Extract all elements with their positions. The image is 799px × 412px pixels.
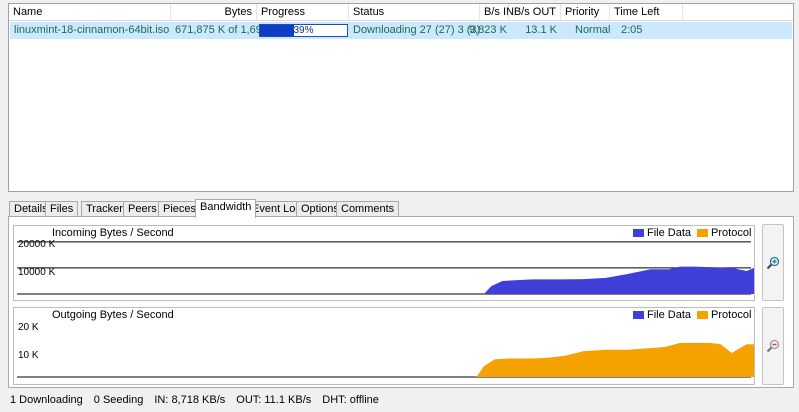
status-seeding: 0 Seeding	[93, 394, 144, 406]
incoming-graph-title: Incoming Bytes / Second	[52, 227, 174, 239]
outgoing-tick-low: 10 K	[18, 350, 39, 361]
incoming-legend: File Data Protocol	[633, 227, 751, 239]
torrent-bytes: 671,875 K of 1,697,90	[175, 24, 284, 36]
series-area	[476, 342, 754, 377]
status-speed-in: IN: 8,718 KB/s	[154, 394, 226, 406]
tab-comments[interactable]: Comments	[336, 201, 400, 217]
column-header-time-left[interactable]: Time Left	[610, 4, 683, 21]
outgoing-graph-title: Outgoing Bytes / Second	[52, 309, 174, 321]
file-data-swatch	[633, 229, 644, 237]
torrent-name: linuxmint-18-cinnamon-64bit.iso	[14, 24, 170, 36]
outgoing-graph: Outgoing Bytes / Second File Data Protoc…	[13, 307, 755, 385]
bandwidth-panel: Incoming Bytes / Second File Data Protoc…	[8, 216, 794, 388]
list-header: Name Bytes Progress Status B/s IN B/s OU…	[9, 4, 793, 21]
incoming-zoom-button[interactable]	[762, 224, 784, 301]
column-header-bs-in[interactable]: B/s IN	[480, 4, 514, 21]
progress-bar: 39%	[259, 24, 348, 37]
torrent-row[interactable]: linuxmint-18-cinnamon-64bit.iso 671,875 …	[10, 22, 792, 39]
outgoing-zoom-button[interactable]	[762, 307, 784, 385]
incoming-tick-low: 10000 K	[18, 267, 56, 278]
torrent-status: Downloading 27 (27) 3 (3)	[353, 24, 481, 36]
column-header-priority[interactable]: Priority	[561, 4, 610, 21]
status-bar: 1 Downloading 0 Seeding IN: 8,718 KB/s OUT:…	[0, 392, 799, 412]
column-header-progress[interactable]: Progress	[257, 4, 349, 21]
column-header-status[interactable]: Status	[349, 4, 480, 21]
torrent-list[interactable]: Name Bytes Progress Status B/s IN B/s OU…	[8, 3, 794, 192]
column-header-bs-out[interactable]: B/s OUT	[509, 4, 561, 21]
tab-bandwidth[interactable]: Bandwidth	[195, 199, 257, 218]
status-speed-out: OUT: 11.1 KB/s	[236, 394, 312, 406]
tab-peers[interactable]: Peers	[123, 201, 162, 217]
incoming-graph: Incoming Bytes / Second File Data Protoc…	[13, 225, 755, 301]
torrent-speed-out: 13.1 K	[525, 24, 557, 36]
tab-files[interactable]: Files	[45, 201, 79, 217]
progress-label: 39%	[293, 25, 314, 36]
legend-file-data: File Data	[647, 227, 692, 239]
outgoing-legend: File Data Protocol	[633, 309, 751, 321]
incoming-tick-high: 20000 K	[18, 239, 56, 250]
legend-protocol: Protocol	[711, 309, 752, 321]
status-dht: DHT: offline	[322, 394, 379, 406]
protocol-swatch	[697, 229, 709, 237]
protocol-swatch	[697, 311, 709, 319]
zoom-out-icon	[766, 339, 780, 353]
torrent-priority: Normal	[575, 24, 611, 36]
torrent-speed-in: 9,823 K	[469, 24, 507, 36]
legend-protocol: Protocol	[711, 227, 752, 239]
torrent-time-left: 2:05	[621, 24, 643, 36]
column-header-name[interactable]: Name	[9, 4, 171, 21]
column-header-bytes[interactable]: Bytes	[171, 4, 257, 21]
file-data-swatch	[633, 311, 644, 319]
outgoing-tick-high: 20 K	[18, 322, 39, 333]
zoom-in-icon	[766, 256, 780, 269]
legend-file-data: File Data	[647, 309, 692, 321]
status-downloading: 1 Downloading	[10, 394, 83, 406]
series-area	[483, 266, 754, 294]
